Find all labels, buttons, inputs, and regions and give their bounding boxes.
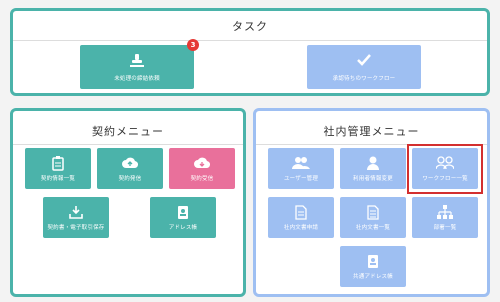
contract-storage-label: 契約書・電子取引保存	[47, 225, 105, 231]
document-list-icon	[340, 205, 406, 221]
awaiting-workflow-label: 承認待ちのワークフロー	[332, 76, 396, 82]
cloud-upload-icon	[97, 156, 163, 172]
contract-list-button[interactable]: 契約情報一覧	[25, 148, 91, 189]
internal-menu-panel: 社内管理メニュー ユーザー管理 利用者情報変更 ワークフロー一覧 社内文書申請 …	[253, 108, 490, 297]
clipboard-icon	[25, 156, 91, 172]
user-management-label: ユーザー管理	[283, 176, 319, 182]
contract-send-label: 契約発信	[118, 176, 142, 182]
awaiting-workflow-button[interactable]: 承認待ちのワークフロー	[307, 45, 421, 89]
shared-address-book-label: 共通アドレス帳	[353, 274, 393, 280]
address-book-icon	[150, 205, 216, 221]
org-chart-icon	[412, 205, 478, 221]
contract-send-button[interactable]: 契約発信	[97, 148, 163, 189]
contract-storage-button[interactable]: 契約書・電子取引保存	[43, 197, 109, 238]
contract-receive-button[interactable]: 契約受信	[169, 148, 235, 189]
contract-menu-title: 契約メニュー	[92, 125, 164, 138]
download-tray-icon	[43, 205, 109, 221]
address-book-icon	[340, 254, 406, 270]
workflow-list-highlight	[407, 144, 483, 194]
contract-menu-panel: 契約メニュー 契約情報一覧 契約発信 契約受信 契約書・電子取引保存 アドレス帳	[10, 108, 246, 297]
document-icon	[268, 205, 334, 221]
internal-doc-apply-label: 社内文書申請	[283, 225, 319, 231]
cloud-download-icon	[169, 156, 235, 172]
task-panel: タスク 未処理の締結依頼 3 承認待ちのワークフロー	[10, 8, 490, 96]
internal-menu-title: 社内管理メニュー	[323, 125, 420, 138]
contract-list-label: 契約情報一覧	[40, 176, 76, 182]
pending-count-badge: 3	[187, 39, 199, 51]
user-info-change-label: 利用者情報変更	[353, 176, 393, 182]
department-list-button[interactable]: 部署一覧	[412, 197, 478, 238]
shared-address-book-button[interactable]: 共通アドレス帳	[340, 246, 406, 287]
users-icon	[268, 156, 334, 172]
task-panel-title: タスク	[232, 20, 268, 33]
pending-approval-button[interactable]: 未処理の締結依頼 3	[80, 39, 199, 89]
user-info-change-button[interactable]: 利用者情報変更	[340, 148, 406, 189]
internal-doc-list-label: 社内文書一覧	[355, 225, 391, 231]
stamp-icon	[80, 53, 194, 69]
department-list-label: 部署一覧	[433, 225, 457, 231]
user-icon	[340, 156, 406, 172]
address-book-button[interactable]: アドレス帳	[150, 197, 216, 238]
contract-divider	[13, 144, 243, 145]
contract-receive-label: 契約受信	[190, 176, 214, 182]
pending-approval-label: 未処理の締結依頼	[114, 76, 160, 82]
user-management-button[interactable]: ユーザー管理	[268, 148, 334, 189]
address-book-label: アドレス帳	[168, 225, 198, 231]
checkmark-icon	[307, 53, 421, 69]
internal-doc-apply-button[interactable]: 社内文書申請	[268, 197, 334, 238]
task-divider	[13, 40, 487, 41]
internal-doc-list-button[interactable]: 社内文書一覧	[340, 197, 406, 238]
